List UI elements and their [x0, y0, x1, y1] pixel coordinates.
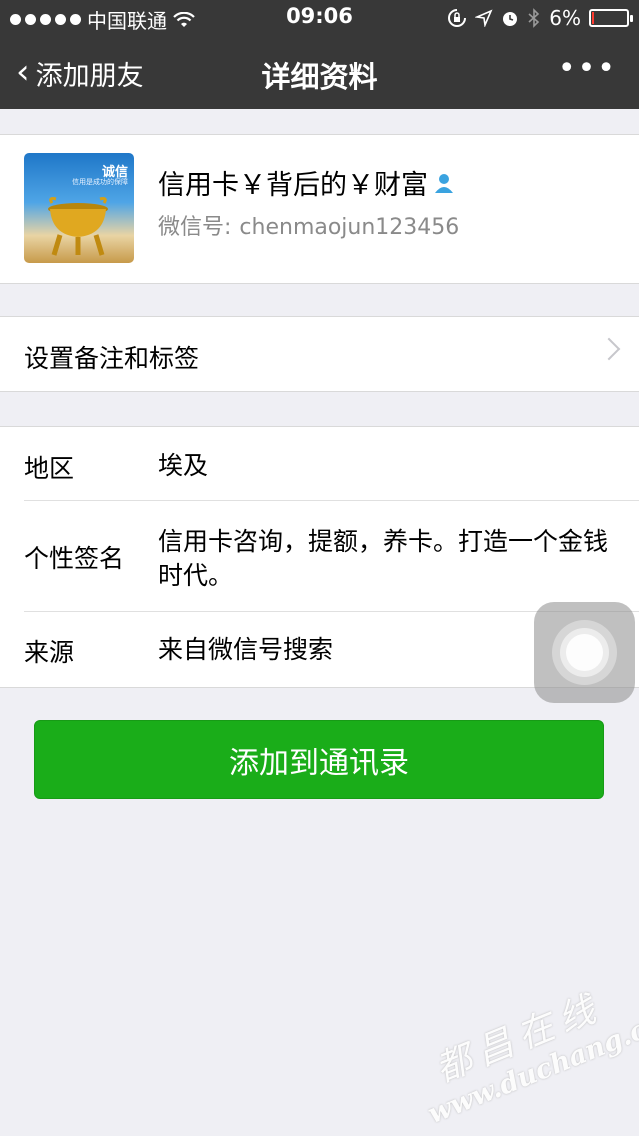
bluetooth-icon	[528, 8, 540, 28]
page-title: 详细资料	[261, 60, 378, 94]
status-right: 6%	[447, 6, 633, 30]
battery-icon	[589, 9, 633, 27]
avatar-subtitle: 信用是成功的保障	[72, 178, 128, 186]
alarm-icon	[503, 12, 518, 26]
wechat-id-label: 微信号:	[158, 215, 232, 240]
battery-percent: 6%	[549, 6, 581, 30]
source-label: 来源	[24, 638, 75, 667]
profile-card: 诚信 信用是成功的保障 信用卡￥背后的￥财富 微信号: chenmaojun123…	[0, 134, 639, 284]
remark-label: 设置备注和标签	[24, 344, 200, 373]
rotation-lock-icon	[448, 9, 467, 27]
region-label: 地区	[24, 454, 75, 483]
avatar[interactable]: 诚信 信用是成功的保障	[24, 153, 134, 263]
male-user-icon	[435, 173, 453, 193]
chevron-right-icon	[597, 337, 621, 361]
add-to-contacts-button[interactable]: 添加到通讯录	[34, 720, 604, 799]
divider	[24, 500, 639, 501]
profile-name: 信用卡￥背后的￥财富	[158, 163, 456, 202]
set-remark-and-tags[interactable]: 设置备注和标签	[0, 316, 639, 392]
wechat-id-value: chenmaojun123456	[239, 215, 460, 240]
watermark: 都昌在线 www.duchang.org	[404, 953, 639, 1131]
location-icon	[475, 9, 493, 27]
wechat-id: 微信号: chenmaojun123456	[158, 209, 459, 241]
more-options-icon[interactable]: •••	[558, 51, 617, 86]
golden-tripod-icon	[48, 197, 108, 256]
signature-value: 信用卡咨询，提额，养卡。打造一个金钱时代。	[158, 527, 609, 590]
status-bar: 中国联通 09:06 6%	[0, 0, 639, 36]
assistive-touch-button[interactable]	[534, 602, 635, 703]
profile-name-text: 信用卡￥背后的￥财富	[158, 170, 428, 201]
navigation-bar: ‹ 添加朋友 详细资料 •••	[0, 36, 639, 109]
region-value: 埃及	[158, 451, 209, 480]
signature-label: 个性签名	[24, 544, 125, 573]
